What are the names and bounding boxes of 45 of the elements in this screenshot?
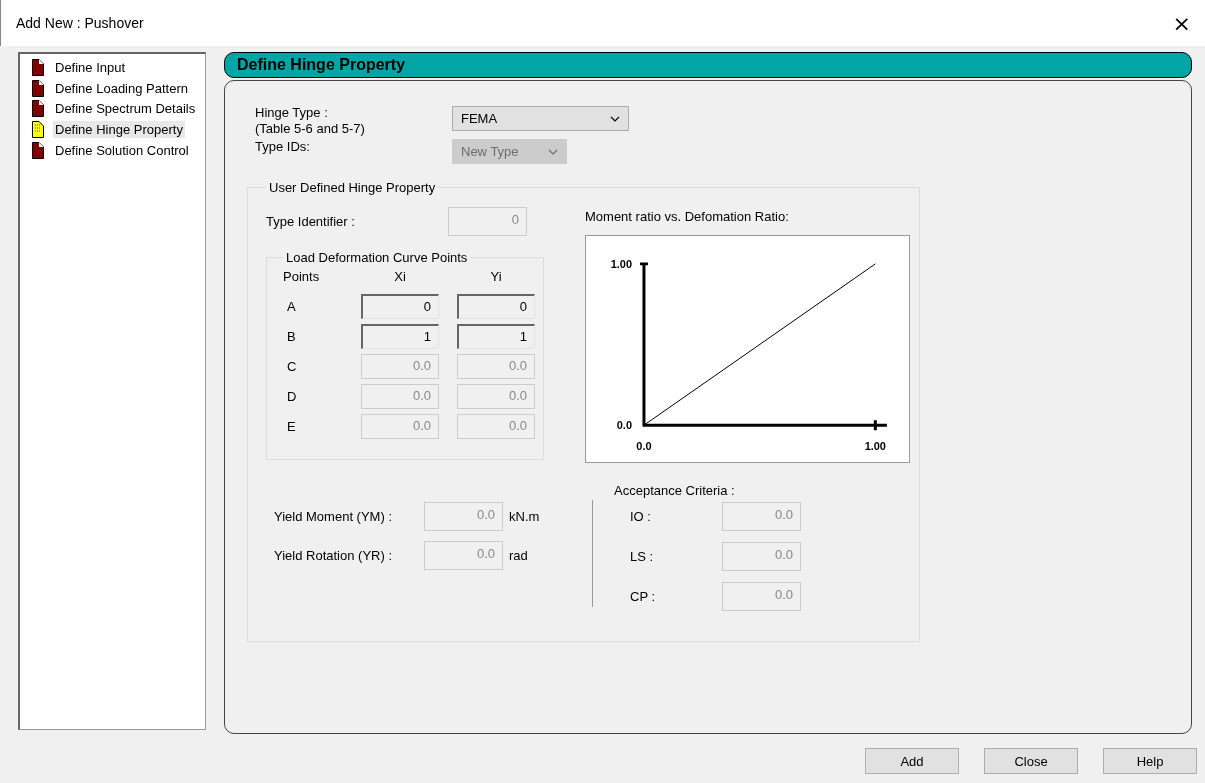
tick-label: 0.0 <box>616 419 632 432</box>
window-title: Add New : Pushover <box>16 15 144 31</box>
point-label: A <box>286 299 297 314</box>
field-label: IO : <box>629 509 652 524</box>
field-label: Yield Moment (YM) : <box>274 509 393 524</box>
sidebar-item[interactable]: Define Spectrum Details <box>53 100 198 118</box>
field-label: LS : <box>629 549 655 564</box>
unit-label: kN.m <box>509 509 540 524</box>
tick-label: 1.00 <box>864 440 886 453</box>
tick-label: 0.0 <box>636 440 652 453</box>
yi-field[interactable]: 1 <box>457 324 535 349</box>
chart-title: Moment ratio vs. Defomation Ratio: <box>585 209 790 224</box>
sidebar-item[interactable]: Define Input <box>53 58 128 76</box>
dialog-button[interactable]: Add <box>865 748 959 774</box>
xi-field[interactable]: 1 <box>361 324 439 349</box>
yi-field[interactable]: 0 <box>457 294 535 319</box>
dialog-button[interactable]: Help <box>1103 748 1197 774</box>
field-label: Type Identifier : <box>266 214 356 229</box>
sidebar-item[interactable]: Define Loading Pattern <box>53 79 190 97</box>
section-label: Acceptance Criteria : <box>614 483 736 498</box>
xi-field[interactable]: 0 <box>361 294 439 319</box>
close-button[interactable]: × <box>1166 10 1197 36</box>
column-header: Xi <box>393 269 407 284</box>
point-label: D <box>286 389 298 404</box>
point-label: E <box>286 419 297 434</box>
point-label: C <box>286 359 298 374</box>
caret-icon <box>548 148 558 155</box>
field-label: Type IDs: <box>255 139 311 155</box>
field-label: Yield Rotation (YR) : <box>274 548 393 563</box>
group-title: Load Deformation Curve Points <box>285 250 469 265</box>
field-label: (Table 5-6 and 5-7) <box>255 121 366 137</box>
group-title: User Defined Hinge Property <box>268 180 437 195</box>
sidebar-item[interactable]: Define Hinge Property <box>53 120 185 138</box>
unit-label: rad <box>509 548 528 563</box>
point-label: B <box>286 329 297 344</box>
field-label: Hinge Type : <box>255 105 329 121</box>
caret-icon <box>610 115 620 122</box>
dialog-button[interactable]: Close <box>984 748 1078 774</box>
hinge-type-dropdown[interactable]: FEMA <box>452 106 629 131</box>
field-label: CP : <box>629 589 657 604</box>
column-header: Yi <box>489 269 503 284</box>
tick-label: 1.00 <box>610 257 632 270</box>
sidebar-item[interactable]: Define Solution Control <box>53 141 191 159</box>
column-header: Points <box>283 269 321 284</box>
panel-header: Define Hinge Property <box>224 52 1192 78</box>
